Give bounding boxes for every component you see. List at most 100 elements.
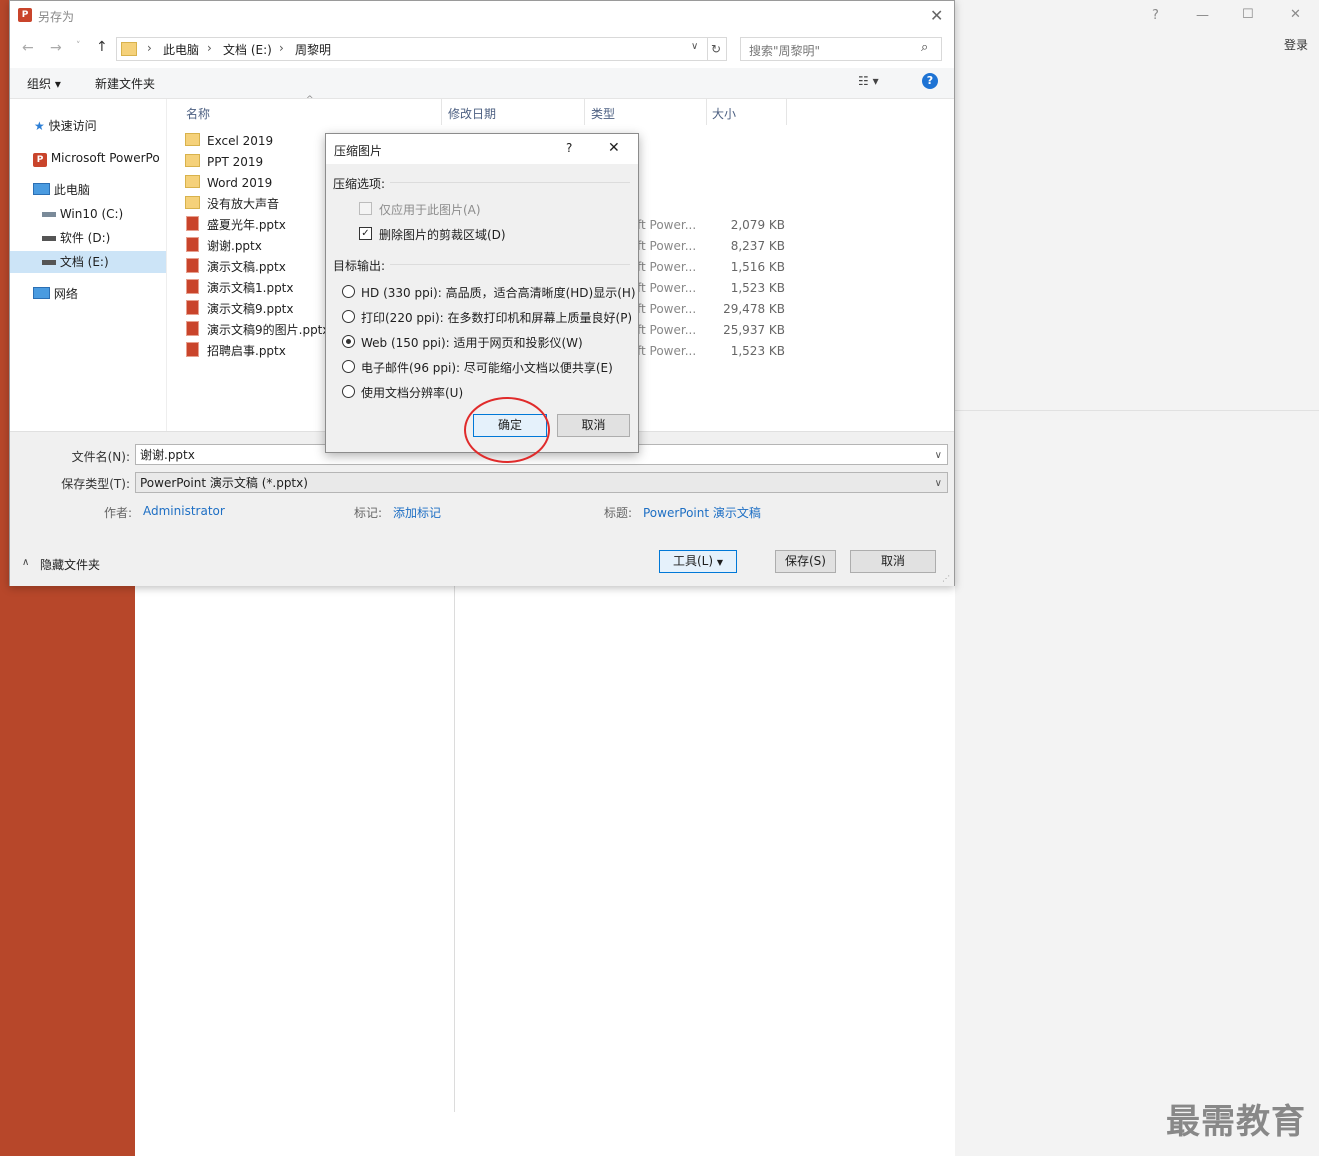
file-type: ft Power... [637,239,697,253]
radio-web-label[interactable]: Web (150 ppi): 适用于网页和投影仪(W) [361,334,583,351]
restore-icon[interactable]: ☐ [1242,7,1254,22]
dialog-title: 另存为 [38,10,75,24]
help-icon[interactable]: ? [566,141,572,155]
address-bar[interactable]: › 此电脑 › 文档 (E:) › 周黎明 ∨ [116,37,708,61]
group-line [390,182,630,183]
save-button[interactable]: 保存(S) [775,550,836,573]
radio-hd-label[interactable]: HD (330 ppi): 高品质，适合高清晰度(HD)显示(H) [361,284,636,301]
group-line [390,264,630,265]
filename-label: 文件名(N): [71,450,130,464]
nav-item-drive-c[interactable]: Win10 (C:) [10,203,166,225]
radio-document[interactable] [342,385,355,398]
dialog-titlebar: 压缩图片 ? ✕ [326,134,638,164]
pptx-file-icon [186,342,199,357]
file-name: 演示文稿9的图片.pptx [207,323,330,337]
file-type: ft Power... [637,281,697,295]
column-separator[interactable] [441,99,442,125]
radio-web[interactable] [342,335,355,348]
column-size[interactable]: 大小 [712,105,736,122]
forward-arrow-icon[interactable]: → [50,40,62,56]
file-name: 演示文稿.pptx [207,260,286,274]
breadcrumb-item[interactable]: 文档 (E:) [223,41,272,58]
file-size: 1,523 KB [730,344,785,358]
breadcrumb-item[interactable]: 此电脑 [163,41,199,58]
recent-chevron-icon[interactable]: ˅ [76,41,81,51]
delete-cropped-label[interactable]: 删除图片的剪裁区域(D) [379,226,506,243]
hide-folders-button[interactable]: 隐藏文件夹 [40,556,100,573]
pptx-file-icon [186,321,199,336]
resize-grip-icon[interactable]: ⋰ [942,574,950,583]
nav-item-drive-e[interactable]: 文档 (E:) [10,251,166,273]
file-name: 演示文稿9.pptx [207,302,294,316]
column-separator[interactable] [706,99,707,125]
organize-button[interactable]: 组织 ▾ [27,75,61,92]
chevron-down-icon[interactable]: ∨ [935,445,942,466]
filetype-select[interactable]: PowerPoint 演示文稿 (*.pptx) ∨ [135,472,948,493]
column-type[interactable]: 类型 [591,105,615,122]
nav-item-drive-d[interactable]: 软件 (D:) [10,227,166,249]
radio-print-label[interactable]: 打印(220 ppi): 在多数打印机和屏幕上质量良好(P) [361,309,632,326]
nav-item-powerpoint[interactable]: P Microsoft PowerPo [10,147,166,169]
column-separator[interactable] [786,99,787,125]
pptx-file-icon [186,279,199,294]
output-group-label: 目标输出: [333,259,386,273]
new-folder-button[interactable]: 新建文件夹 [95,75,155,92]
folder-icon [185,154,200,167]
file-size: 25,937 KB [723,323,785,337]
window-close-icon[interactable]: ✕ [1290,7,1301,22]
radio-selected-dot [346,339,351,344]
file-name: Excel 2019 [207,134,274,148]
nav-item-label: 文档 (E:) [59,255,109,269]
file-type: ft Power... [637,323,697,337]
nav-item-this-pc[interactable]: 此电脑 [10,179,166,201]
cancel-button[interactable]: 取消 [850,550,936,573]
radio-document-label[interactable]: 使用文档分辨率(U) [361,384,463,401]
divider [166,99,167,431]
nav-item-network[interactable]: 网络 [10,283,166,305]
help-icon[interactable]: ? [922,73,938,89]
view-options-icon[interactable]: ☷ ▾ [858,74,879,88]
file-size: 2,079 KB [730,218,785,232]
title-field[interactable]: PowerPoint 演示文稿 [643,504,761,521]
nav-item-label: 网络 [53,287,78,301]
column-name[interactable]: 名称 [186,105,210,122]
filetype-label: 保存类型(T): [61,477,130,491]
back-arrow-icon[interactable]: ← [22,40,34,56]
login-link[interactable]: 登录 [1284,36,1308,53]
radio-email[interactable] [342,360,355,373]
search-icon[interactable]: ⌕ [921,40,928,55]
chevron-up-icon[interactable]: ∧ [22,557,29,568]
chevron-down-icon[interactable]: ∨ [691,41,698,52]
column-headers: 名称 ^ 修改日期 类型 大小 [178,95,954,125]
pptx-file-icon [186,300,199,315]
column-date[interactable]: 修改日期 [448,105,496,122]
filetype-value: PowerPoint 演示文稿 (*.pptx) [140,476,308,490]
radio-email-label[interactable]: 电子邮件(96 ppi): 尽可能缩小文档以便共享(E) [361,359,613,376]
refresh-icon[interactable]: ↻ [706,37,727,61]
breadcrumb-item[interactable]: 周黎明 [295,41,331,58]
radio-print[interactable] [342,310,355,323]
divider [454,585,455,1112]
dialog-title: 压缩图片 [334,144,383,158]
close-icon[interactable]: ✕ [608,140,620,156]
chevron-down-icon[interactable]: ∨ [935,473,942,494]
file-type: ft Power... [637,302,697,316]
cancel-button[interactable]: 取消 [557,414,630,437]
minimize-icon[interactable]: — [1196,8,1209,23]
author-field[interactable]: Administrator [143,504,225,518]
close-icon[interactable]: ✕ [930,6,943,25]
tools-button[interactable]: 工具(L) ▼ [659,550,737,573]
nav-item-label: Microsoft PowerPo [50,151,160,165]
column-separator[interactable] [584,99,585,125]
file-type: ft Power... [637,218,697,232]
tags-label: 标记: [353,506,382,520]
window-help-icon[interactable]: ? [1152,8,1159,23]
search-input[interactable]: 搜索"周黎明" ⌕ [740,37,942,61]
up-arrow-icon[interactable]: ↑ [96,39,108,55]
radio-hd[interactable] [342,285,355,298]
file-name: Word 2019 [207,176,273,190]
nav-item-quick-access[interactable]: ★ 快速访问 [10,115,166,137]
file-type: ft Power... [637,260,697,274]
delete-cropped-checkbox[interactable]: ✓ [359,227,372,240]
tags-field[interactable]: 添加标记 [393,504,441,521]
